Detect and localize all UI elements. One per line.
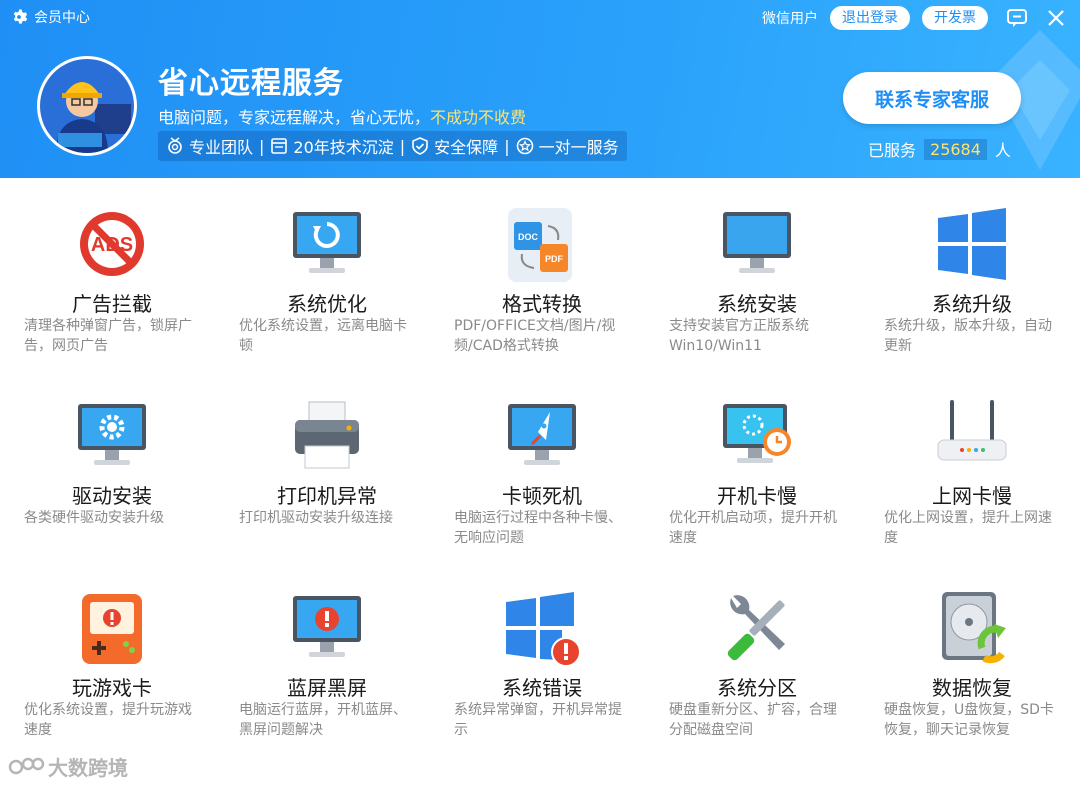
service-name: 系统分区 bbox=[717, 676, 797, 700]
printer-icon bbox=[295, 401, 359, 469]
document-icon bbox=[271, 138, 288, 154]
service-desc: 优化系统设置，远离电脑卡顿 bbox=[239, 318, 407, 354]
close-icon[interactable] bbox=[1046, 8, 1066, 28]
service-system-install[interactable]: 系统安装 支持安装官方正版系统Win10/Win11 bbox=[669, 190, 869, 370]
served-count: 25684 bbox=[924, 138, 987, 160]
service-printer-issue[interactable]: 打印机异常 打印机驱动安装升级连接 bbox=[239, 382, 439, 562]
monitor-gear-icon bbox=[78, 404, 146, 465]
service-desc: PDF/OFFICE文档/图片/视频/CAD格式转换 bbox=[454, 318, 616, 354]
feature-team: 专业团队 bbox=[166, 134, 253, 158]
service-desc: 电脑运行过程中各种卡慢、无响应问题 bbox=[454, 510, 622, 546]
doc-pdf-convert-icon: DOC PDF bbox=[508, 208, 572, 282]
service-system-error[interactable]: 系统错误 系统异常弹窗，开机异常提示 bbox=[454, 574, 654, 754]
star-badge-icon bbox=[516, 137, 533, 155]
member-center-link[interactable]: 会员中心 bbox=[10, 7, 90, 27]
page-title: 省心远程服务 bbox=[158, 66, 344, 101]
hdd-recover-icon bbox=[942, 592, 1006, 664]
service-desc: 硬盘重新分区、扩容，合理分配磁盘空间 bbox=[669, 702, 837, 738]
service-desc: 各类硬件驱动安装升级 bbox=[24, 510, 164, 526]
windows-error-icon bbox=[506, 592, 581, 667]
monitor-refresh-icon bbox=[293, 212, 361, 273]
service-name: 上网卡慢 bbox=[932, 484, 1012, 508]
service-freeze-crash[interactable]: 卡顿死机 电脑运行过程中各种卡慢、无响应问题 bbox=[454, 382, 654, 562]
chat-icon[interactable] bbox=[1006, 8, 1028, 28]
feature-experience: 20年技术沉淀 bbox=[270, 134, 394, 158]
service-name: 蓝屏黑屏 bbox=[287, 676, 367, 700]
service-ad-block[interactable]: ADS 广告拦截 清理各种弹窗广告，锁屏广告，网页广告 bbox=[24, 190, 224, 370]
service-name: 卡顿死机 bbox=[502, 484, 582, 508]
svg-text:DOC: DOC bbox=[518, 232, 539, 242]
service-desc: 优化上网设置，提升上网速度 bbox=[884, 510, 1052, 546]
service-slow-boot[interactable]: 开机卡慢 优化开机启动项，提升开机速度 bbox=[669, 382, 869, 562]
subtitle-main: 电脑问题，专家远程解决，省心无忧， bbox=[158, 108, 431, 127]
service-desc: 支持安装官方正版系统Win10/Win11 bbox=[669, 318, 809, 354]
service-desc: 清理各种弹窗广告，锁屏广告，网页广告 bbox=[24, 318, 192, 354]
subtitle: 电脑问题，专家远程解决，省心无忧，不成功不收费 bbox=[158, 104, 526, 128]
service-name: 系统优化 bbox=[287, 292, 367, 316]
service-name: 系统错误 bbox=[502, 676, 582, 700]
service-blue-black-screen[interactable]: 蓝屏黑屏 电脑运行蓝屏，开机蓝屏、黑屏问题解决 bbox=[239, 574, 439, 754]
windows-logo-icon bbox=[938, 208, 1006, 280]
service-disk-partition[interactable]: 系统分区 硬盘重新分区、扩容，合理分配磁盘空间 bbox=[669, 574, 869, 754]
topbar-actions: 微信用户 退出登录 开发票 bbox=[762, 6, 1066, 30]
served-counter: 已服务 25684 人 bbox=[868, 138, 1011, 160]
service-name: 开机卡慢 bbox=[717, 484, 797, 508]
feature-one-on-one: 一对一服务 bbox=[516, 134, 619, 158]
wechat-user-label[interactable]: 微信用户 bbox=[762, 8, 818, 28]
service-desc: 硬盘恢复，U盘恢复，SD卡恢复，聊天记录恢复 bbox=[884, 702, 1054, 738]
service-name: 数据恢复 bbox=[932, 676, 1012, 700]
service-desc: 系统异常弹窗，开机异常提示 bbox=[454, 702, 622, 738]
subtitle-highlight: 不成功不收费 bbox=[430, 108, 527, 127]
service-desc: 优化系统设置，提升玩游戏速度 bbox=[24, 702, 192, 738]
invoice-button[interactable]: 开发票 bbox=[922, 6, 988, 30]
service-system-upgrade[interactable]: 系统升级 系统升级，版本升级，自动更新 bbox=[884, 190, 1080, 370]
tools-icon bbox=[727, 595, 785, 661]
service-name: 系统安装 bbox=[717, 292, 797, 316]
feature-security: 安全保障 bbox=[411, 134, 498, 158]
service-game-lag[interactable]: 玩游戏卡 优化系统设置，提升玩游戏速度 bbox=[24, 574, 224, 754]
member-center-label: 会员中心 bbox=[34, 10, 90, 26]
service-data-recovery[interactable]: 数据恢复 硬盘恢复，U盘恢复，SD卡恢复，聊天记录恢复 bbox=[884, 574, 1080, 754]
service-desc: 电脑运行蓝屏，开机蓝屏、黑屏问题解决 bbox=[239, 702, 407, 738]
svg-text:PDF: PDF bbox=[545, 254, 564, 264]
feature-badges: 专业团队 | 20年技术沉淀 | 安全保障 | 一对一服务 bbox=[158, 131, 627, 161]
service-desc: 系统升级，版本升级，自动更新 bbox=[884, 318, 1052, 354]
monitor-rocket-icon bbox=[508, 404, 576, 465]
watermark-logo-icon bbox=[8, 757, 45, 774]
service-name: 打印机异常 bbox=[277, 484, 377, 508]
ads-block-icon: ADS bbox=[80, 212, 144, 276]
service-name: 格式转换 bbox=[502, 292, 582, 316]
service-name: 系统升级 bbox=[932, 292, 1012, 316]
monitor-clock-icon bbox=[723, 404, 791, 463]
service-name: 驱动安装 bbox=[72, 484, 152, 508]
service-slow-internet[interactable]: 上网卡慢 优化上网设置，提升上网速度 bbox=[884, 382, 1080, 562]
service-desc: 优化开机启动项，提升开机速度 bbox=[669, 510, 837, 546]
logout-button[interactable]: 退出登录 bbox=[830, 6, 910, 30]
game-console-icon bbox=[82, 594, 142, 664]
service-system-optimize[interactable]: 系统优化 优化系统设置，远离电脑卡顿 bbox=[239, 190, 439, 370]
service-format-convert[interactable]: DOC PDF 格式转换 PDF/OFFICE文档/图片/视频/CAD格式转换 bbox=[454, 190, 654, 370]
avatar bbox=[37, 56, 137, 156]
gear-icon bbox=[13, 9, 28, 24]
service-desc: 打印机驱动安装升级连接 bbox=[239, 510, 393, 526]
contact-expert-button[interactable]: 联系专家客服 bbox=[843, 72, 1021, 124]
router-icon bbox=[937, 400, 1007, 461]
watermark: 大数跨境 bbox=[8, 752, 128, 781]
monitor-alert-icon bbox=[293, 596, 361, 657]
header-banner: 会员中心 微信用户 退出登录 开发票 省心远程服务 电脑问题，专家远程解决，省心… bbox=[0, 0, 1080, 178]
service-name: 广告拦截 bbox=[72, 292, 152, 316]
service-driver-install[interactable]: 驱动安装 各类硬件驱动安装升级 bbox=[24, 382, 224, 562]
monitor-icon bbox=[723, 212, 791, 273]
medal-icon bbox=[168, 137, 182, 154]
service-name: 玩游戏卡 bbox=[72, 676, 152, 700]
shield-check-icon bbox=[412, 137, 428, 155]
